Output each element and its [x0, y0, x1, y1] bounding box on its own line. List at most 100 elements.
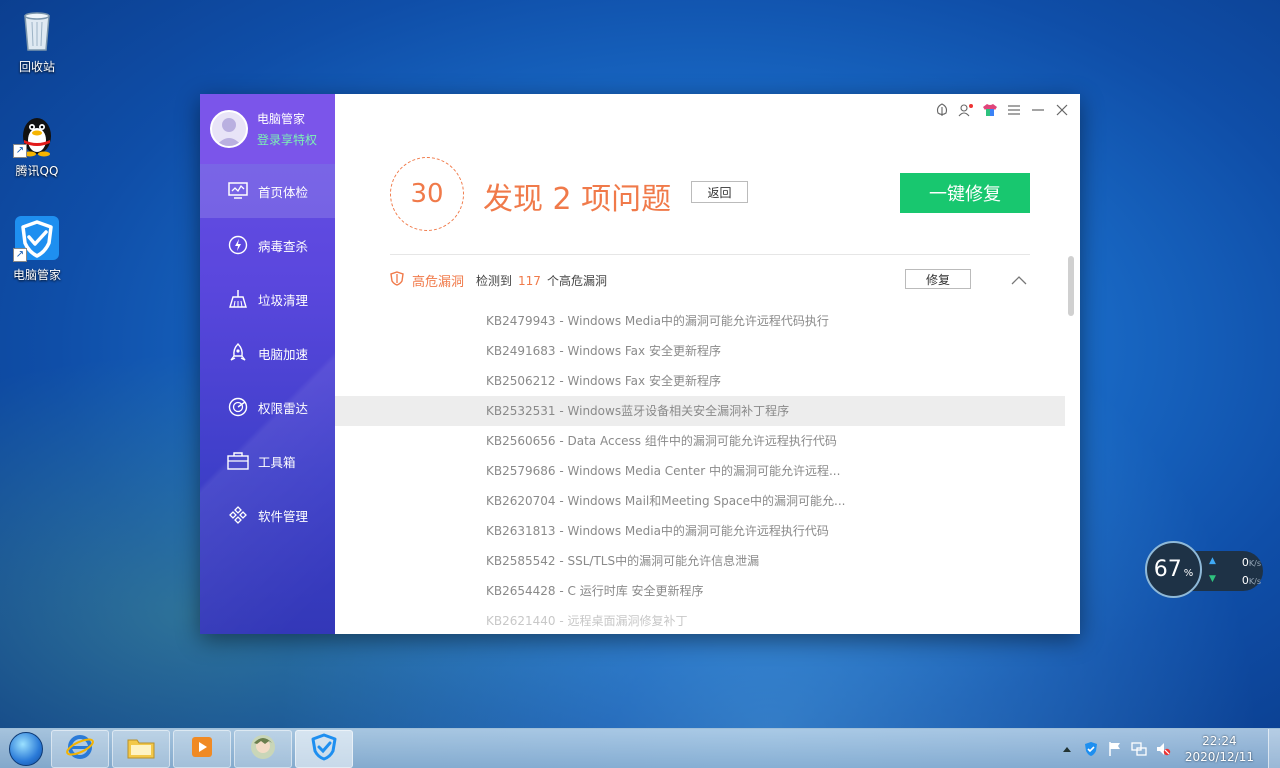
desktop-icon-pc-manager[interactable]: ↗ 电脑管家: [2, 214, 72, 283]
nav-item-label: 首页体检: [258, 184, 309, 200]
chevron-up-icon[interactable]: [1011, 272, 1027, 286]
pc-manager-tray-icon[interactable]: [1081, 739, 1101, 759]
shortcut-arrow-icon: ↗: [13, 248, 27, 262]
taskbar-pc-manager-button[interactable]: [295, 729, 353, 768]
network-icon[interactable]: [1129, 739, 1149, 759]
taskbar-explorer-button[interactable]: [112, 729, 170, 768]
memory-usage-value: 67: [1153, 557, 1182, 582]
nav-item-label: 工具箱: [258, 454, 296, 470]
system-clock[interactable]: 22:24 2020/12/11: [1185, 733, 1254, 765]
list-item[interactable]: KB2579686 - Windows Media Center 中的漏洞可能允…: [335, 456, 1065, 486]
list-item[interactable]: KB2560656 - Data Access 组件中的漏洞可能允许远程执行代码: [335, 426, 1065, 456]
section-title: 高危漏洞: [412, 274, 465, 290]
list-item[interactable]: KB2585542 - SSL/TLS中的漏洞可能允许信息泄漏: [335, 546, 1065, 576]
vulnerability-count: 117: [518, 273, 541, 288]
vulnerability-list: KB2479943 - Windows Media中的漏洞可能允许远程代码执行 …: [335, 306, 1065, 634]
taskbar-media-player-button[interactable]: [173, 729, 231, 768]
network-speed-widget[interactable]: ▲ 0K/s ▼ 0K/s 67%: [1145, 541, 1263, 598]
rocket-icon: [227, 342, 249, 364]
list-item[interactable]: KB2621440 - 远程桌面漏洞修复补丁: [335, 606, 1065, 634]
scan-result-headline: 发现 2 项问题: [483, 182, 672, 217]
nav-item-home-checkup[interactable]: 首页体检: [200, 164, 335, 218]
nav-item-virus-scan[interactable]: 病毒查杀: [200, 218, 335, 272]
apps-icon: [227, 504, 249, 526]
nav-item-permission-radar[interactable]: 权限雷达: [200, 380, 335, 434]
menu-icon[interactable]: [1004, 102, 1024, 118]
section-description: 检测到 117 个高危漏洞: [476, 272, 607, 289]
chevron-up-icon[interactable]: [1057, 739, 1077, 759]
one-click-fix-button[interactable]: 一键修复: [900, 173, 1030, 213]
desktop-icon-recycle-bin[interactable]: 回收站: [2, 6, 72, 75]
taskbar-ie-button[interactable]: [51, 729, 109, 768]
nav-item-label: 软件管理: [258, 508, 309, 524]
speed-unit: K/s: [1248, 559, 1261, 568]
nav-item-speed-up[interactable]: 电脑加速: [200, 326, 335, 380]
volume-muted-icon[interactable]: [1153, 739, 1173, 759]
start-button[interactable]: [4, 731, 48, 767]
memory-usage-unit: %: [1183, 568, 1194, 579]
media-player-icon: [189, 734, 215, 764]
monitor-icon: [227, 180, 249, 202]
pc-manager-shield-icon: ↗: [13, 214, 61, 262]
shield-warning-icon: [390, 270, 404, 290]
nav-item-toolbox[interactable]: 工具箱: [200, 434, 335, 488]
windows-logo-icon: [9, 731, 43, 766]
nav-item-label: 权限雷达: [258, 400, 309, 416]
list-item[interactable]: KB2620704 - Windows Mail和Meeting Space中的…: [335, 486, 1065, 516]
internet-explorer-icon: [66, 733, 94, 765]
pc-manager-window: 电脑管家 登录享特权 首页体检 病毒查杀 垃圾清理 电脑加速 权限雷达 工具箱 …: [200, 94, 1080, 634]
desktop-icon-label: 电脑管家: [12, 268, 61, 282]
list-item[interactable]: KB2532531 - Windows蓝牙设备相关安全漏洞补丁程序: [335, 396, 1065, 426]
health-score: 30: [390, 157, 464, 231]
desktop-icon-label: 回收站: [18, 60, 55, 74]
section-desc-prefix: 检测到: [476, 273, 513, 288]
window-controls: [932, 102, 1072, 118]
user-switch-icon[interactable]: [956, 102, 976, 118]
clock-date: 2020/12/11: [1184, 750, 1254, 764]
section-desc-suffix: 个高危漏洞: [546, 273, 607, 288]
nav-item-label: 电脑加速: [258, 346, 309, 362]
close-icon[interactable]: [1052, 102, 1072, 118]
nav-item-label: 病毒查杀: [258, 238, 309, 254]
show-desktop-button[interactable]: [1268, 729, 1280, 768]
arrow-down-icon: ▼: [1209, 574, 1216, 584]
shortcut-arrow-icon: ↗: [13, 144, 27, 158]
nav-item-software-manager[interactable]: 软件管理: [200, 488, 335, 542]
lightning-icon: [227, 234, 249, 256]
desktop-icon-qq[interactable]: ↗ 腾讯QQ: [2, 110, 72, 179]
login-link[interactable]: 登录享特权: [257, 131, 317, 148]
clock-time: 22:24: [1202, 734, 1237, 748]
profile-panel: 电脑管家 登录享特权: [200, 94, 335, 164]
nav-item-junk-clean[interactable]: 垃圾清理: [200, 272, 335, 326]
nav-item-label: 垃圾清理: [258, 292, 309, 308]
list-item[interactable]: KB2506212 - Windows Fax 安全更新程序: [335, 366, 1065, 396]
list-item[interactable]: KB2631813 - Windows Media中的漏洞可能允许远程执行代码: [335, 516, 1065, 546]
repair-button[interactable]: 修复: [905, 269, 971, 289]
upload-value: 0: [1241, 556, 1249, 569]
list-item[interactable]: KB2491683 - Windows Fax 安全更新程序: [335, 336, 1065, 366]
recycle-bin-icon: [13, 6, 61, 54]
taskbar: 22:24 2020/12/11: [0, 728, 1280, 768]
skin-shirt-icon[interactable]: [980, 102, 1000, 118]
taskbar-app-button[interactable]: [234, 729, 292, 768]
sidebar: 电脑管家 登录享特权 首页体检 病毒查杀 垃圾清理 电脑加速 权限雷达 工具箱 …: [200, 94, 335, 634]
back-button[interactable]: 返回: [691, 181, 748, 203]
leaf-icon[interactable]: [932, 102, 952, 118]
app-name: 电脑管家: [257, 112, 306, 126]
user-silhouette-icon: [212, 112, 246, 146]
memory-usage-ring: 67%: [1145, 541, 1202, 598]
radar-icon: [227, 396, 249, 418]
upload-speed: ▲ 0K/s: [1209, 556, 1261, 569]
flag-icon[interactable]: [1105, 739, 1125, 759]
avatar[interactable]: [210, 110, 248, 148]
divider: [390, 254, 1030, 255]
minimize-icon[interactable]: [1028, 102, 1048, 118]
download-speed: ▼ 0K/s: [1209, 574, 1261, 587]
list-item[interactable]: KB2654428 - C 运行时库 安全更新程序: [335, 576, 1065, 606]
list-item[interactable]: KB2479943 - Windows Media中的漏洞可能允许远程代码执行: [335, 306, 1065, 336]
toolbox-icon: [227, 450, 249, 472]
scrollbar[interactable]: [1068, 256, 1074, 316]
arrow-up-icon: ▲: [1209, 556, 1216, 566]
download-value: 0: [1241, 574, 1249, 587]
anime-avatar-icon: [249, 733, 277, 765]
